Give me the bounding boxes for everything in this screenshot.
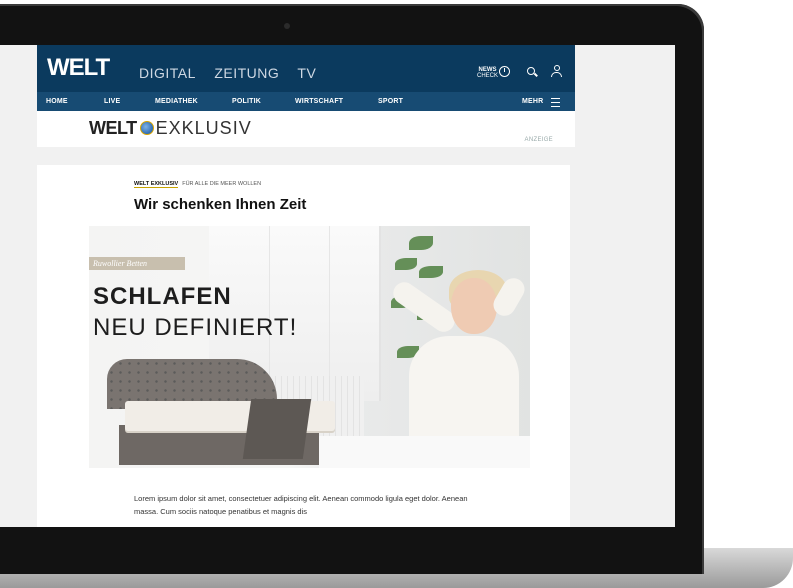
welt-exklusiv-logo[interactable]: WELT EXKLUSIV (89, 118, 252, 139)
section-wirtschaft[interactable]: WIRTSCHAFT (295, 98, 343, 105)
user-icon[interactable] (551, 65, 562, 77)
section-nav: HOME LIVE MEDIATHEK POLITIK WIRTSCHAFT S… (37, 92, 575, 111)
article-kicker: WELT EXKLUSIV FÜR ALLE DIE MEER WOLLEN (134, 181, 262, 188)
newscheck-link[interactable]: NEWS CHECK (477, 67, 498, 79)
hero-headline-1: SCHLAFEN (93, 283, 232, 310)
brand-tag: Ruwollier Betten (89, 257, 185, 270)
section-live[interactable]: LIVE (104, 98, 120, 105)
article-headline: Wir schenken Ihnen Zeit (134, 196, 307, 213)
section-sport[interactable]: SPORT (378, 98, 403, 105)
laptop-mockup: WELT DIGITAL ZEITUNG TV NEWS CHECK HOME … (0, 0, 793, 588)
ad-label: ANZEIGE (524, 137, 553, 143)
site-logo[interactable]: WELT (47, 54, 110, 82)
nav-zeitung[interactable]: ZEITUNG (214, 65, 279, 81)
article: WELT EXKLUSIV FÜR ALLE DIE MEER WOLLEN Wi… (37, 165, 570, 527)
bed-illustration (97, 359, 335, 468)
exklusiv-bar: WELT EXKLUSIV ANZEIGE (37, 111, 575, 147)
camera-icon (284, 23, 290, 29)
section-home[interactable]: HOME (46, 98, 68, 105)
globe-icon (139, 121, 154, 135)
main-nav: DIGITAL ZEITUNG TV (139, 65, 330, 81)
nav-tv[interactable]: TV (297, 65, 316, 81)
search-icon[interactable] (527, 67, 535, 75)
hamburger-menu-icon[interactable] (551, 98, 560, 107)
nav-digital[interactable]: DIGITAL (139, 65, 196, 81)
hero-image: Ruwollier Betten SCHLAFEN NEU DEFINIERT! (89, 226, 530, 468)
hero-headline-2: NEU DEFINIERT! (93, 314, 298, 341)
browser-screen: WELT DIGITAL ZEITUNG TV NEWS CHECK HOME … (0, 45, 675, 527)
more-menu-label[interactable]: MEHR (522, 98, 543, 105)
article-body: Lorem ipsum dolor sit amet, consectetuer… (134, 494, 468, 516)
site-header: WELT DIGITAL ZEITUNG TV NEWS CHECK (37, 45, 575, 92)
section-politik[interactable]: POLITIK (232, 98, 261, 105)
section-mediathek[interactable]: MEDIATHEK (155, 98, 198, 105)
clock-icon[interactable] (499, 66, 510, 77)
